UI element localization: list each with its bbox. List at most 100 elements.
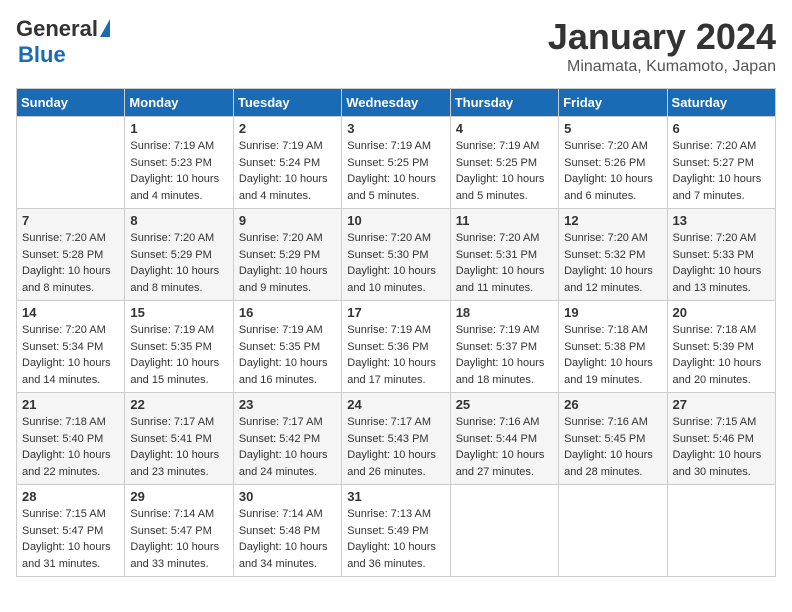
weekday-header: Thursday — [450, 89, 558, 117]
day-info: Sunrise: 7:20 AM Sunset: 5:29 PM Dayligh… — [239, 230, 336, 296]
day-number: 6 — [673, 121, 770, 136]
day-info: Sunrise: 7:15 AM Sunset: 5:47 PM Dayligh… — [22, 506, 119, 572]
calendar-cell: 22 Sunrise: 7:17 AM Sunset: 5:41 PM Dayli… — [125, 393, 233, 485]
calendar-cell: 8 Sunrise: 7:20 AM Sunset: 5:29 PM Daylig… — [125, 209, 233, 301]
calendar-cell: 3Sunrise: 7:19 AM Sunset: 5:25 PM Daylig… — [342, 117, 450, 209]
day-info: Sunrise: 7:17 AM Sunset: 5:42 PM Dayligh… — [239, 414, 336, 480]
calendar-cell: 24 Sunrise: 7:17 AM Sunset: 5:43 PM Dayli… — [342, 393, 450, 485]
calendar-cell: 15 Sunrise: 7:19 AM Sunset: 5:35 PM Dayli… — [125, 301, 233, 393]
day-number: 18 — [456, 305, 553, 320]
calendar-cell: 17Sunrise: 7:19 AM Sunset: 5:36 PM Dayli… — [342, 301, 450, 393]
calendar-cell: 31 Sunrise: 7:13 AM Sunset: 5:49 PM Dayli… — [342, 485, 450, 577]
day-info: Sunrise: 7:18 AM Sunset: 5:39 PM Dayligh… — [673, 322, 770, 388]
day-number: 15 — [130, 305, 227, 320]
day-number: 10 — [347, 213, 444, 228]
calendar-cell: 11 Sunrise: 7:20 AM Sunset: 5:31 PM Dayli… — [450, 209, 558, 301]
day-info: Sunrise: 7:20 AM Sunset: 5:31 PM Dayligh… — [456, 230, 553, 296]
calendar-week-row: 21 Sunrise: 7:18 AM Sunset: 5:40 PM Dayli… — [17, 393, 776, 485]
day-info: Sunrise: 7:18 AM Sunset: 5:38 PM Dayligh… — [564, 322, 661, 388]
calendar-cell: 19 Sunrise: 7:18 AM Sunset: 5:38 PM Dayli… — [559, 301, 667, 393]
day-number: 28 — [22, 489, 119, 504]
day-number: 1 — [130, 121, 227, 136]
weekday-header: Friday — [559, 89, 667, 117]
day-number: 9 — [239, 213, 336, 228]
calendar-cell: 23 Sunrise: 7:17 AM Sunset: 5:42 PM Dayli… — [233, 393, 341, 485]
day-number: 22 — [130, 397, 227, 412]
title-block: January 2024 Minamata, Kumamoto, Japan — [548, 16, 776, 76]
day-info: Sunrise: 7:19 AM Sunset: 5:36 PM Dayligh… — [347, 322, 444, 388]
calendar-cell — [17, 117, 125, 209]
calendar-week-row: 1 Sunrise: 7:19 AM Sunset: 5:23 PM Daylig… — [17, 117, 776, 209]
day-number: 30 — [239, 489, 336, 504]
day-info: Sunrise: 7:13 AM Sunset: 5:49 PM Dayligh… — [347, 506, 444, 572]
day-info: Sunrise: 7:14 AM Sunset: 5:48 PM Dayligh… — [239, 506, 336, 572]
calendar-cell: 4Sunrise: 7:19 AM Sunset: 5:25 PM Daylig… — [450, 117, 558, 209]
day-info: Sunrise: 7:19 AM Sunset: 5:25 PM Dayligh… — [456, 138, 553, 204]
day-number: 24 — [347, 397, 444, 412]
logo-icon — [100, 19, 110, 37]
calendar-cell: 1 Sunrise: 7:19 AM Sunset: 5:23 PM Daylig… — [125, 117, 233, 209]
calendar-cell: 20Sunrise: 7:18 AM Sunset: 5:39 PM Dayli… — [667, 301, 775, 393]
location: Minamata, Kumamoto, Japan — [548, 58, 776, 76]
calendar-week-row: 28 Sunrise: 7:15 AM Sunset: 5:47 PM Dayli… — [17, 485, 776, 577]
calendar-cell: 9 Sunrise: 7:20 AM Sunset: 5:29 PM Daylig… — [233, 209, 341, 301]
calendar-cell: 7 Sunrise: 7:20 AM Sunset: 5:28 PM Daylig… — [17, 209, 125, 301]
day-info: Sunrise: 7:19 AM Sunset: 5:25 PM Dayligh… — [347, 138, 444, 204]
calendar-cell: 5 Sunrise: 7:20 AM Sunset: 5:26 PM Daylig… — [559, 117, 667, 209]
day-number: 2 — [239, 121, 336, 136]
day-info: Sunrise: 7:20 AM Sunset: 5:29 PM Dayligh… — [130, 230, 227, 296]
day-number: 5 — [564, 121, 661, 136]
day-info: Sunrise: 7:19 AM Sunset: 5:24 PM Dayligh… — [239, 138, 336, 204]
day-info: Sunrise: 7:20 AM Sunset: 5:33 PM Dayligh… — [673, 230, 770, 296]
logo-general: General — [16, 16, 98, 42]
calendar-cell — [450, 485, 558, 577]
day-info: Sunrise: 7:16 AM Sunset: 5:45 PM Dayligh… — [564, 414, 661, 480]
day-info: Sunrise: 7:19 AM Sunset: 5:35 PM Dayligh… — [239, 322, 336, 388]
page-header: General Blue January 2024 Minamata, Kuma… — [16, 16, 776, 76]
calendar-week-row: 14Sunrise: 7:20 AM Sunset: 5:34 PM Dayli… — [17, 301, 776, 393]
day-info: Sunrise: 7:20 AM Sunset: 5:28 PM Dayligh… — [22, 230, 119, 296]
day-number: 11 — [456, 213, 553, 228]
calendar-cell: 14Sunrise: 7:20 AM Sunset: 5:34 PM Dayli… — [17, 301, 125, 393]
calendar-cell: 16Sunrise: 7:19 AM Sunset: 5:35 PM Dayli… — [233, 301, 341, 393]
calendar-cell: 2 Sunrise: 7:19 AM Sunset: 5:24 PM Daylig… — [233, 117, 341, 209]
weekday-header: Monday — [125, 89, 233, 117]
calendar-cell: 29 Sunrise: 7:14 AM Sunset: 5:47 PM Dayli… — [125, 485, 233, 577]
calendar-week-row: 7 Sunrise: 7:20 AM Sunset: 5:28 PM Daylig… — [17, 209, 776, 301]
day-info: Sunrise: 7:17 AM Sunset: 5:43 PM Dayligh… — [347, 414, 444, 480]
calendar-cell: 26Sunrise: 7:16 AM Sunset: 5:45 PM Dayli… — [559, 393, 667, 485]
day-info: Sunrise: 7:14 AM Sunset: 5:47 PM Dayligh… — [130, 506, 227, 572]
day-info: Sunrise: 7:19 AM Sunset: 5:23 PM Dayligh… — [130, 138, 227, 204]
calendar-cell: 27 Sunrise: 7:15 AM Sunset: 5:46 PM Dayli… — [667, 393, 775, 485]
day-info: Sunrise: 7:20 AM Sunset: 5:27 PM Dayligh… — [673, 138, 770, 204]
day-number: 21 — [22, 397, 119, 412]
day-info: Sunrise: 7:15 AM Sunset: 5:46 PM Dayligh… — [673, 414, 770, 480]
day-info: Sunrise: 7:16 AM Sunset: 5:44 PM Dayligh… — [456, 414, 553, 480]
day-number: 27 — [673, 397, 770, 412]
weekday-header: Saturday — [667, 89, 775, 117]
day-info: Sunrise: 7:18 AM Sunset: 5:40 PM Dayligh… — [22, 414, 119, 480]
day-number: 23 — [239, 397, 336, 412]
day-info: Sunrise: 7:20 AM Sunset: 5:26 PM Dayligh… — [564, 138, 661, 204]
day-number: 7 — [22, 213, 119, 228]
logo: General Blue — [16, 16, 110, 68]
calendar-table: SundayMondayTuesdayWednesdayThursdayFrid… — [16, 88, 776, 577]
day-info: Sunrise: 7:20 AM Sunset: 5:30 PM Dayligh… — [347, 230, 444, 296]
calendar-cell: 25 Sunrise: 7:16 AM Sunset: 5:44 PM Dayli… — [450, 393, 558, 485]
day-number: 19 — [564, 305, 661, 320]
weekday-header: Tuesday — [233, 89, 341, 117]
day-number: 29 — [130, 489, 227, 504]
day-number: 13 — [673, 213, 770, 228]
day-info: Sunrise: 7:19 AM Sunset: 5:35 PM Dayligh… — [130, 322, 227, 388]
calendar-cell: 18Sunrise: 7:19 AM Sunset: 5:37 PM Dayli… — [450, 301, 558, 393]
day-info: Sunrise: 7:17 AM Sunset: 5:41 PM Dayligh… — [130, 414, 227, 480]
day-info: Sunrise: 7:20 AM Sunset: 5:32 PM Dayligh… — [564, 230, 661, 296]
day-number: 8 — [130, 213, 227, 228]
weekday-header: Sunday — [17, 89, 125, 117]
day-number: 25 — [456, 397, 553, 412]
calendar-cell — [667, 485, 775, 577]
calendar-cell — [559, 485, 667, 577]
day-number: 31 — [347, 489, 444, 504]
day-number: 14 — [22, 305, 119, 320]
calendar-cell: 10 Sunrise: 7:20 AM Sunset: 5:30 PM Dayli… — [342, 209, 450, 301]
